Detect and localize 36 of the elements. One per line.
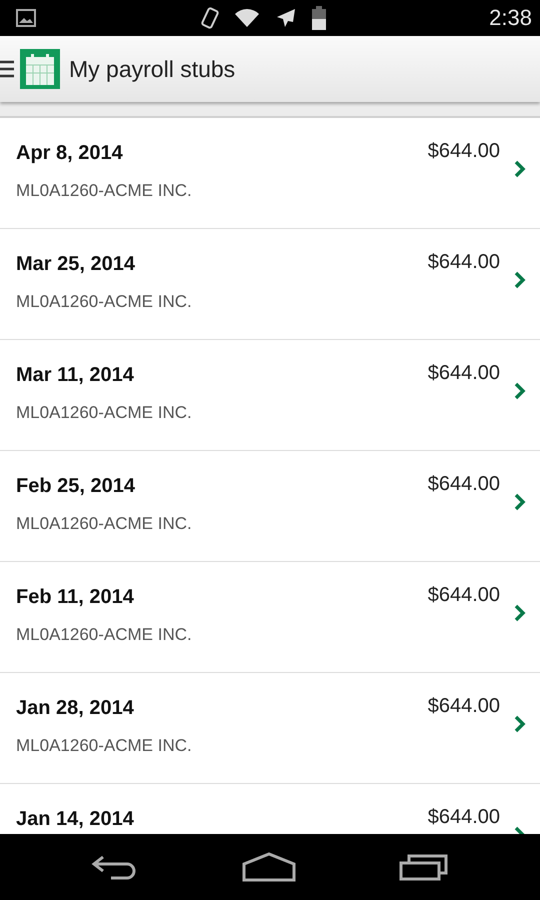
- stub-amount: $644.00: [428, 472, 500, 497]
- vibrate-icon: [200, 6, 220, 30]
- stub-company: ML0A1260-ACME INC.: [16, 514, 193, 534]
- stub-amount: $644.00: [428, 250, 500, 275]
- screen-title: My payroll stubs: [69, 56, 236, 82]
- home-icon[interactable]: [242, 852, 296, 882]
- wifi-icon: [234, 8, 260, 28]
- recent-apps-icon[interactable]: [398, 853, 449, 881]
- stub-date: Apr 8, 2014: [16, 142, 124, 165]
- stub-amount: $644.00: [428, 583, 500, 608]
- stub-date: Mar 11, 2014: [16, 364, 135, 387]
- stub-date: Mar 25, 2014: [16, 253, 136, 276]
- stub-row[interactable]: Apr 8, 2014 ML0A1260-ACME INC. $644.00: [0, 118, 540, 229]
- stub-row[interactable]: Feb 11, 2014 ML0A1260-ACME INC. $644.00: [0, 562, 540, 673]
- menu-icon[interactable]: [0, 59, 14, 79]
- stub-amount: $644.00: [428, 139, 500, 164]
- stub-date: Jan 28, 2014: [16, 697, 135, 720]
- stub-company: ML0A1260-ACME INC.: [16, 736, 193, 756]
- stub-amount: $644.00: [428, 361, 500, 386]
- stub-amount: $644.00: [428, 694, 500, 719]
- stub-company: ML0A1260-ACME INC.: [16, 625, 193, 645]
- stub-company: ML0A1260-ACME INC.: [16, 292, 193, 312]
- stub-date: Feb 25, 2014: [16, 475, 136, 498]
- stub-company: ML0A1260-ACME INC.: [16, 403, 193, 423]
- calendar-icon: [20, 49, 60, 89]
- stub-date: Feb 11, 2014: [16, 586, 135, 609]
- image-icon: [16, 9, 36, 27]
- battery-icon: [312, 6, 326, 30]
- status-time: 2:38: [489, 5, 532, 31]
- stub-row[interactable]: Mar 11, 2014 ML0A1260-ACME INC. $644.00: [0, 340, 540, 451]
- stub-row[interactable]: Mar 25, 2014 ML0A1260-ACME INC. $644.00: [0, 229, 540, 340]
- stub-company: ML0A1260-ACME INC.: [16, 181, 193, 201]
- stub-row[interactable]: Jan 28, 2014 ML0A1260-ACME INC. $644.00: [0, 673, 540, 784]
- stub-date: Jan 14, 2014: [16, 808, 135, 831]
- stub-amount: $644.00: [428, 805, 500, 830]
- stub-row[interactable]: Feb 25, 2014 ML0A1260-ACME INC. $644.00: [0, 451, 540, 562]
